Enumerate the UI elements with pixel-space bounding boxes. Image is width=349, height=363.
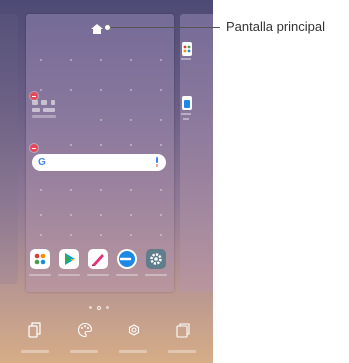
empty-slot-dot: [70, 144, 72, 146]
wallpaper-icon: [77, 322, 93, 338]
home-edit-toolbar: [0, 318, 213, 363]
page-dot-active: [97, 306, 101, 310]
app-label-placeholder: [116, 274, 138, 276]
home-settings-icon: [128, 324, 140, 336]
tool-label-placeholder: [119, 350, 147, 353]
empty-slot-dot: [160, 119, 162, 121]
theme-icon: [176, 323, 190, 338]
empty-slot-dot: [160, 144, 162, 146]
empty-slot-dot: [70, 214, 72, 216]
empty-slot-dot: [70, 89, 72, 91]
wallpaper-button[interactable]: [64, 318, 104, 358]
tool-label-placeholder: [168, 350, 196, 353]
widgets-button[interactable]: [15, 318, 55, 358]
settings-icon[interactable]: [146, 249, 166, 269]
empty-slot-dot: [40, 234, 42, 236]
status-bar: [0, 0, 213, 10]
callout-label: Pantalla principal: [226, 19, 326, 34]
empty-slot-dot: [70, 59, 72, 61]
phone-screen: G: [0, 0, 213, 363]
empty-slot-dot: [100, 59, 102, 61]
empty-slot-dot: [160, 214, 162, 216]
app-label-placeholder: [58, 274, 80, 276]
callout-line: [107, 27, 220, 28]
empty-slot-dot: [160, 189, 162, 191]
folder-icon[interactable]: [182, 42, 192, 56]
app-icon[interactable]: [182, 96, 192, 110]
tool-label-placeholder: [70, 350, 98, 353]
remove-search-widget-badge[interactable]: [30, 144, 38, 152]
widgets-icon: [28, 322, 41, 338]
google-search-widget[interactable]: G: [32, 154, 166, 171]
clock-widget[interactable]: [32, 100, 68, 126]
right-app-label: [181, 113, 191, 115]
empty-slot-dot: [160, 234, 162, 236]
empty-slot-dot: [130, 59, 132, 61]
previous-page-preview[interactable]: [0, 14, 18, 284]
empty-slot-dot: [130, 234, 132, 236]
next-page-preview[interactable]: [180, 14, 213, 292]
pen-icon[interactable]: [88, 249, 108, 269]
empty-slot-dot: [100, 144, 102, 146]
empty-slot-dot: [100, 119, 102, 121]
empty-slot-dot: [40, 59, 42, 61]
empty-slot-dot: [40, 189, 42, 191]
empty-slot-dot: [130, 89, 132, 91]
empty-slot-dot: [130, 189, 132, 191]
microphone-icon[interactable]: [155, 157, 159, 167]
page-indicator: [89, 306, 113, 310]
home-settings-button[interactable]: [113, 318, 153, 358]
empty-slot-dot: [130, 119, 132, 121]
right-app-label: [183, 118, 189, 120]
app-label-placeholder: [29, 274, 51, 276]
right-app-label: [181, 58, 191, 60]
app-label-placeholder: [145, 274, 167, 276]
empty-slot-dot: [100, 234, 102, 236]
play-store-icon[interactable]: [59, 249, 79, 269]
home-screen-card[interactable]: G: [26, 14, 174, 292]
empty-slot-dot: [70, 234, 72, 236]
google-logo: G: [38, 157, 46, 168]
empty-slot-dot: [40, 89, 42, 91]
page-dot: [106, 306, 109, 309]
page-dot: [89, 306, 92, 309]
empty-slot-dot: [40, 214, 42, 216]
empty-slot-dot: [100, 189, 102, 191]
empty-slot-dot: [130, 144, 132, 146]
empty-slot-dot: [100, 89, 102, 91]
app-label-placeholder: [87, 274, 109, 276]
empty-slot-dot: [160, 89, 162, 91]
callout-anchor-dot: [104, 24, 111, 31]
empty-slot-dot: [130, 214, 132, 216]
empty-slot-dot: [70, 189, 72, 191]
empty-slot-dot: [160, 59, 162, 61]
apps-folder-icon[interactable]: [30, 249, 50, 269]
lg-app-icon[interactable]: [117, 249, 137, 269]
theme-button[interactable]: [162, 318, 202, 358]
tool-label-placeholder: [21, 350, 49, 353]
remove-widget-badge[interactable]: [30, 92, 38, 100]
app-row: [26, 249, 174, 279]
empty-slot-dot: [100, 214, 102, 216]
